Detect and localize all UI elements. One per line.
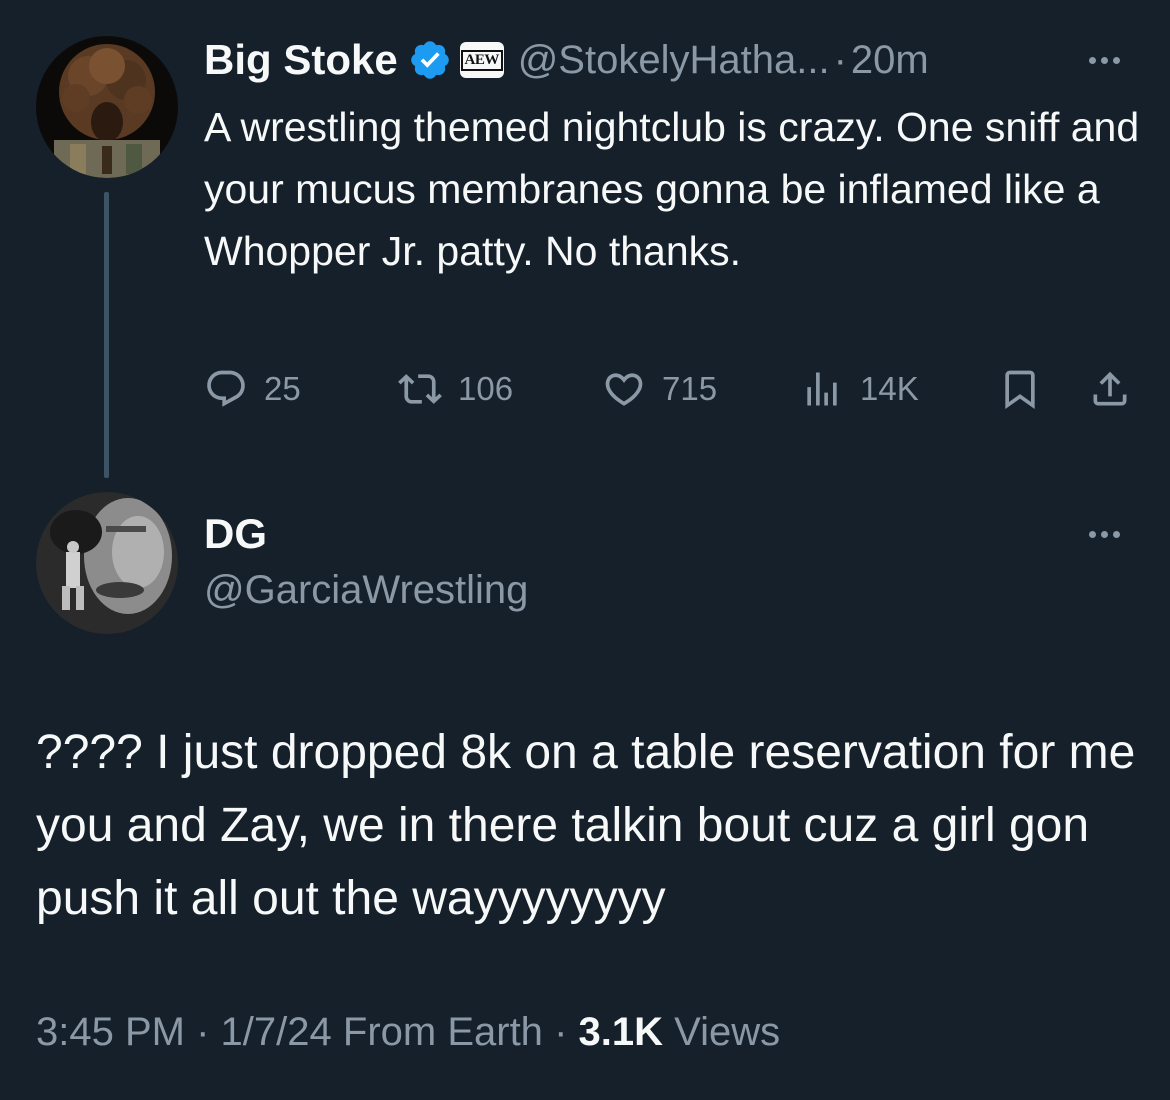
share-icon — [1093, 371, 1127, 406]
reply-button[interactable]: 25 — [204, 366, 301, 412]
separator: · — [196, 1010, 210, 1054]
share-button[interactable] — [1088, 366, 1132, 412]
views-button[interactable]: 14K — [800, 366, 919, 412]
thread-line — [104, 192, 109, 478]
reply-count: 25 — [264, 370, 301, 407]
more-icon[interactable] — [1089, 531, 1120, 538]
retweet-icon — [398, 374, 442, 404]
reply-author-name[interactable]: DG — [204, 510, 267, 558]
like-icon — [605, 373, 643, 406]
author-handle[interactable]: @StokelyHatha... — [518, 38, 830, 83]
views-icon — [807, 372, 837, 406]
more-icon[interactable] — [1089, 57, 1120, 64]
bookmark-icon — [1005, 370, 1035, 410]
separator: · — [554, 1010, 568, 1054]
reply-date[interactable]: 1/7/24 — [221, 1010, 332, 1054]
aff-badge-icon[interactable]: AEW — [459, 42, 504, 78]
tweet-text: A wrestling themed nightclub is crazy. O… — [204, 104, 1140, 274]
like-count: 715 — [662, 370, 718, 407]
views-count: 14K — [860, 370, 919, 407]
reply-text: ???? I just dropped 8k on a table reserv… — [36, 726, 1136, 925]
verified-badge-icon[interactable] — [408, 38, 452, 82]
like-button[interactable]: 715 — [602, 366, 717, 412]
tweet-time[interactable]: 20m — [851, 38, 929, 83]
reply-views-label[interactable]: Views — [674, 1010, 780, 1054]
retweet-count: 106 — [458, 370, 514, 407]
tweet-header: Big Stoke AEW @StokelyHatha... · 20m — [204, 32, 929, 88]
avatar[interactable] — [36, 36, 178, 178]
reply-icon — [207, 370, 245, 407]
reply-source: From Earth — [342, 1010, 543, 1054]
retweet-button[interactable]: 106 — [398, 366, 513, 412]
avatar[interactable] — [36, 492, 178, 634]
reply-views-count[interactable]: 3.1K — [579, 1010, 664, 1054]
author-name[interactable]: Big Stoke — [204, 36, 398, 84]
bookmark-button[interactable] — [998, 366, 1042, 412]
reply-time[interactable]: 3:45 PM — [36, 1010, 185, 1054]
reply-author-handle[interactable]: @GarciaWrestling — [204, 568, 528, 613]
tweet-meta: 3:45 PM · 1/7/24 From Earth · 3.1K Views — [36, 1010, 780, 1055]
separator: · — [833, 37, 847, 82]
